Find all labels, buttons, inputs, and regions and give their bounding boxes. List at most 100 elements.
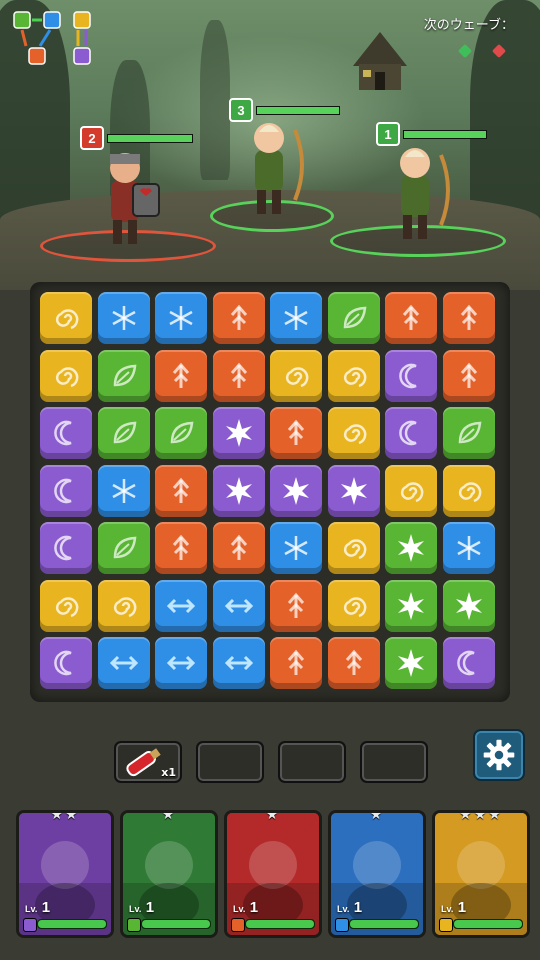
enemy-hp-fill <box>404 130 486 138</box>
tile-yellow[interactable] <box>385 464 437 517</box>
hero-element-gem <box>127 918 141 932</box>
red-knight-sprite[interactable] <box>85 140 165 250</box>
hero-card-goblin-hero[interactable]: ★ Lv. 1 <box>120 810 218 938</box>
tile-blue-arrow[interactable] <box>155 637 207 689</box>
tile-purple-burst[interactable] <box>212 464 265 517</box>
tile-yellow[interactable] <box>327 522 380 574</box>
tile-yellow[interactable] <box>40 292 92 344</box>
spiral-icon <box>55 596 79 617</box>
tile-purple-burst[interactable] <box>270 464 322 517</box>
next-wave-label: 次のウェーブ： <box>423 18 514 33</box>
tile-blue[interactable] <box>270 522 322 574</box>
tile-green[interactable] <box>97 407 150 459</box>
tile-purple[interactable] <box>385 407 437 459</box>
tile-green[interactable] <box>97 349 150 402</box>
hero-level: Lv. 1 <box>233 899 258 917</box>
burst-icon <box>398 534 424 562</box>
leaf-icon <box>170 421 194 444</box>
tile-blue-arrow[interactable] <box>97 637 150 689</box>
item-slot-empty[interactable] <box>278 741 346 783</box>
tile-orange[interactable] <box>442 349 495 402</box>
double-arrow-icon <box>166 598 196 613</box>
enemy-level-badge: 2 <box>80 126 104 150</box>
tile-orange[interactable] <box>212 349 265 402</box>
tile-purple[interactable] <box>40 522 92 574</box>
tile-purple[interactable] <box>40 637 92 689</box>
burst-icon <box>398 649 424 677</box>
tile-purple-burst[interactable] <box>212 407 265 459</box>
elf-archer-sprite[interactable] <box>375 135 455 245</box>
tile-yellow[interactable] <box>270 349 322 402</box>
burst-icon <box>225 419 252 447</box>
tile-green-burst[interactable] <box>385 579 437 632</box>
item-slot-empty[interactable] <box>196 741 264 783</box>
tile-green[interactable] <box>155 407 207 459</box>
tile-green-burst[interactable] <box>385 637 437 689</box>
tile-purple[interactable] <box>385 349 437 402</box>
tile-orange[interactable] <box>155 464 207 517</box>
tile-green[interactable] <box>97 522 150 574</box>
tile-yellow[interactable] <box>442 464 495 517</box>
tile-blue[interactable] <box>155 292 207 344</box>
gear-icon <box>483 739 515 771</box>
hero-skill-bar <box>245 919 315 929</box>
puzzle-board[interactable] <box>30 282 510 702</box>
tile-purple-burst[interactable] <box>327 464 380 517</box>
tile-yellow[interactable] <box>40 349 92 402</box>
tile-orange[interactable] <box>385 292 437 344</box>
tile-purple[interactable] <box>442 637 495 689</box>
tile-yellow[interactable] <box>327 407 380 459</box>
tile-blue[interactable] <box>97 464 150 517</box>
settings-button[interactable] <box>473 729 525 781</box>
tile-green-burst[interactable] <box>442 579 495 632</box>
tile-orange[interactable] <box>327 637 380 689</box>
tile-blue-arrow[interactable] <box>212 579 265 632</box>
element-cycle-icon[interactable] <box>12 10 98 68</box>
tile-yellow[interactable] <box>97 579 150 632</box>
tile-blue-arrow[interactable] <box>212 637 265 689</box>
tile-green[interactable] <box>327 292 380 344</box>
enemy-hp-fill <box>257 106 339 114</box>
elf-archer-sprite[interactable] <box>229 110 309 220</box>
hero-skill-bar <box>349 919 419 929</box>
arrow-up-icon <box>230 304 247 330</box>
burst-icon <box>398 591 424 620</box>
hero-card-imp-hero[interactable]: ★★ Lv. 1 <box>16 810 114 938</box>
moon-icon <box>54 478 72 503</box>
item-slot-empty[interactable] <box>360 741 428 783</box>
tile-orange[interactable] <box>270 579 322 632</box>
item-slot-potion[interactable]: x1 <box>114 741 182 783</box>
tile-purple[interactable] <box>40 407 92 459</box>
hero-level-value: 1 <box>353 899 363 916</box>
spiral-icon <box>343 366 366 387</box>
spiral-icon <box>113 596 136 617</box>
tile-blue[interactable] <box>270 292 322 344</box>
hero-level-label: Lv. <box>337 904 350 914</box>
tile-orange[interactable] <box>155 522 207 574</box>
tile-orange[interactable] <box>270 407 322 459</box>
tile-purple[interactable] <box>40 464 92 517</box>
tile-yellow[interactable] <box>40 579 92 632</box>
tile-green[interactable] <box>442 407 495 459</box>
tile-blue-arrow[interactable] <box>155 579 207 632</box>
hero-stars: ★ <box>369 810 385 823</box>
hero-card-mushroom-hero[interactable]: ★ Lv. 1 <box>328 810 426 938</box>
tile-blue[interactable] <box>442 522 495 574</box>
hero-level-value: 1 <box>249 899 259 916</box>
tile-blue[interactable] <box>97 292 150 344</box>
tile-orange[interactable] <box>270 637 322 689</box>
snowflake-icon <box>169 306 193 330</box>
spiral-icon <box>343 539 366 560</box>
tile-orange[interactable] <box>442 292 495 344</box>
tile-orange[interactable] <box>155 349 207 402</box>
hero-card-knight-hero[interactable]: ★ Lv. 1 <box>224 810 322 938</box>
tile-yellow[interactable] <box>327 579 380 632</box>
hero-card-dwarf-king-hero[interactable]: ★★★ Lv. 1 <box>432 810 530 938</box>
tile-yellow[interactable] <box>327 349 380 402</box>
arrow-up-icon <box>172 477 190 503</box>
hero-level: Lv. 1 <box>129 899 154 917</box>
tile-orange[interactable] <box>212 522 265 574</box>
tile-green-burst[interactable] <box>385 522 437 574</box>
moon-icon <box>54 420 72 446</box>
tile-orange[interactable] <box>212 292 265 344</box>
